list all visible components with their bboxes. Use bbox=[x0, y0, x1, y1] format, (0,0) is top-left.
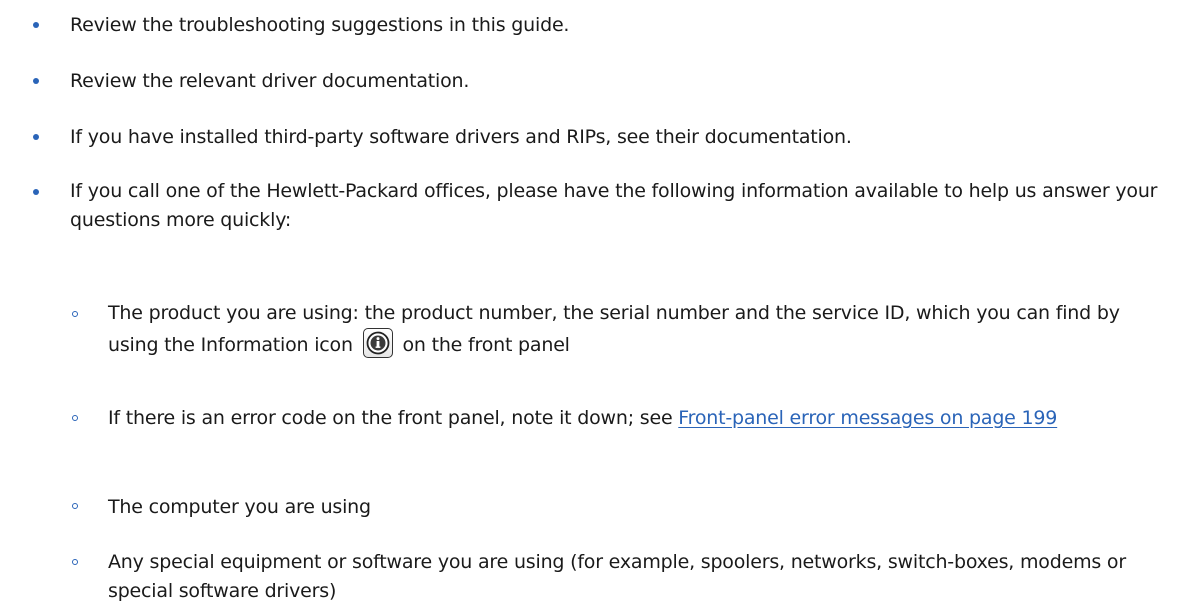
sub-bullet-circle bbox=[72, 311, 78, 317]
sub-item-text: The product you are using: the product n… bbox=[108, 297, 1170, 361]
sub-item-text: If there is an error code on the front p… bbox=[108, 401, 1170, 433]
bullet-dot bbox=[33, 134, 39, 140]
list-item: Review the troubleshooting suggestions i… bbox=[0, 7, 1188, 43]
list-item-text: Review the troubleshooting suggestions i… bbox=[70, 14, 570, 36]
sub-list-item: The computer you are using bbox=[0, 489, 1188, 525]
sub-item-text-before: The product you are using: the product n… bbox=[108, 302, 1120, 356]
list-item-text: If you call one of the Hewlett-Packard o… bbox=[70, 180, 1158, 231]
sub-bullet-circle bbox=[72, 503, 78, 509]
information-icon bbox=[362, 327, 393, 358]
sub-list-item: Any special equipment or software you ar… bbox=[0, 545, 1188, 606]
bullet-dot bbox=[33, 78, 39, 84]
list-item: If you call one of the Hewlett-Packard o… bbox=[0, 174, 1188, 235]
list-item-text: Review the relevant driver documentation… bbox=[70, 70, 470, 92]
sub-bullet-circle bbox=[72, 415, 78, 421]
list-item: If you have installed third-party softwa… bbox=[0, 119, 1188, 155]
sub-item-text: The computer you are using bbox=[108, 496, 371, 518]
sub-item-text-after: on the front panel bbox=[402, 334, 570, 356]
front-panel-error-messages-link[interactable]: Front-panel error messages on page 199 bbox=[678, 407, 1057, 429]
sub-bullet-circle bbox=[72, 559, 78, 565]
sub-item-text: Any special equipment or software you ar… bbox=[108, 551, 1126, 602]
sub-list-item: The product you are using: the product n… bbox=[0, 297, 1188, 361]
bullet-dot bbox=[33, 189, 39, 195]
bullet-dot bbox=[33, 22, 39, 28]
list-item: Review the relevant driver documentation… bbox=[0, 63, 1188, 99]
document-page: Review the troubleshooting suggestions i… bbox=[0, 0, 1188, 613]
sub-list-item: If there is an error code on the front p… bbox=[0, 401, 1188, 433]
list-item-text: If you have installed third-party softwa… bbox=[70, 126, 852, 148]
sub-item-text-before: If there is an error code on the front p… bbox=[108, 407, 673, 429]
